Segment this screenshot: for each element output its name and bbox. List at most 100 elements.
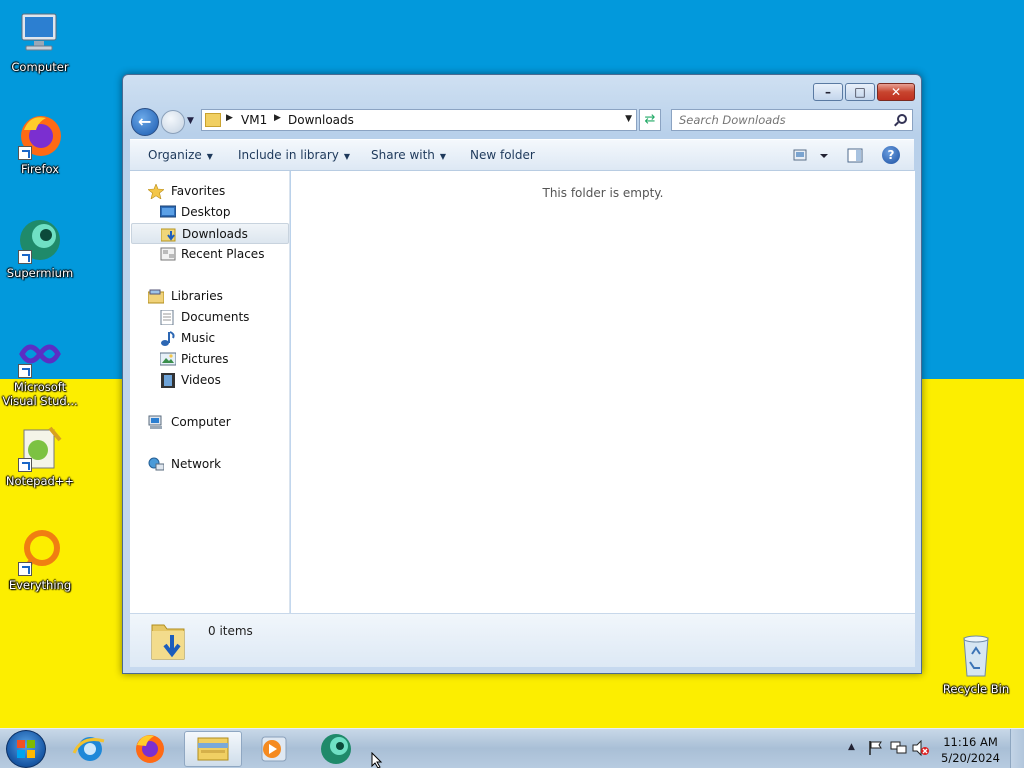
notification-area: ▲ 11:16 AM 5/20/2024 <box>834 729 1024 768</box>
libraries-icon <box>147 289 165 304</box>
taskbar: ▲ 11:16 AM 5/20/2024 <box>0 728 1024 768</box>
taskbar-internet-explorer[interactable] <box>62 731 118 767</box>
nav-favorites[interactable]: Favorites <box>130 181 288 202</box>
organize-button[interactable]: Organize ▼ <box>148 148 213 162</box>
desktop-icon-notepad-plus-plus[interactable]: Notepad++ <box>0 424 80 488</box>
nav-libraries[interactable]: Libraries <box>130 286 288 307</box>
help-button[interactable]: ? <box>882 146 900 164</box>
network-status-icon[interactable] <box>890 740 908 759</box>
desktop-icon-label: Supermium <box>6 266 74 280</box>
search-icon[interactable] <box>897 114 907 124</box>
breadcrumb-separator-icon[interactable]: ▶ <box>274 113 281 123</box>
desktop-icon-label: Recycle Bin <box>942 682 1010 696</box>
supermium-icon <box>16 216 64 264</box>
videos-icon <box>160 373 176 388</box>
show-desktop-button[interactable] <box>1010 729 1024 768</box>
action-center-flag-icon[interactable] <box>868 740 884 759</box>
nav-label: Libraries <box>171 289 223 303</box>
star-icon <box>147 183 165 200</box>
refresh-button[interactable]: ⇄ <box>639 109 661 131</box>
volume-muted-icon[interactable] <box>912 739 930 759</box>
recent-pages-dropdown[interactable]: ▼ <box>187 116 194 126</box>
minimize-icon: – <box>825 85 831 99</box>
show-hidden-icons-button[interactable]: ▲ <box>848 742 855 752</box>
desktop-icon-label: Everything <box>8 578 72 592</box>
desktop-icon-visual-studio[interactable]: Microsoft Visual Stud... <box>0 330 80 408</box>
shortcut-arrow-icon <box>18 458 32 472</box>
firefox-icon <box>16 112 64 160</box>
internet-explorer-icon <box>72 737 105 761</box>
chevron-down-icon: ▼ <box>206 152 213 161</box>
nav-pictures[interactable]: Pictures <box>130 349 288 370</box>
desktop-icon-label: Notepad++ <box>5 474 75 488</box>
nav-label: Music <box>181 331 216 345</box>
breadcrumb-downloads[interactable]: Downloads <box>288 113 354 127</box>
supermium-icon <box>321 734 351 764</box>
recent-places-icon <box>160 247 176 262</box>
minimize-button[interactable]: – <box>813 83 843 101</box>
forward-button[interactable] <box>161 110 185 134</box>
start-button[interactable] <box>6 730 46 768</box>
nav-network[interactable]: Network <box>130 454 288 475</box>
nav-desktop[interactable]: Desktop <box>130 202 288 223</box>
include-in-library-button[interactable]: Include in library ▼ <box>238 148 350 162</box>
clock-date: 5/20/2024 <box>941 751 1000 765</box>
preview-pane-button[interactable] <box>847 148 863 167</box>
taskbar-explorer[interactable] <box>184 731 242 767</box>
clock-time: 11:16 AM <box>943 735 998 749</box>
desktop-icon-firefox[interactable]: Firefox <box>0 112 80 176</box>
desktop-icon-everything[interactable]: Everything <box>0 528 80 592</box>
nav-label: Desktop <box>181 205 231 219</box>
address-bar[interactable]: ▶ VM1 ▶ Downloads ▼ <box>201 109 637 131</box>
notepad-plus-plus-icon <box>16 424 64 472</box>
taskbar-supermium[interactable] <box>308 731 364 767</box>
nav-documents[interactable]: Documents <box>130 307 288 328</box>
file-list[interactable]: This folder is empty. <box>291 171 915 613</box>
command-bar: Organize ▼ Include in library ▼ Share with… <box>130 139 914 171</box>
back-button[interactable] <box>131 108 159 136</box>
nav-recent-places[interactable]: Recent Places <box>130 244 288 265</box>
downloads-folder-icon <box>150 619 186 661</box>
item-count: 0 items <box>208 624 253 638</box>
details-pane: 0 items <box>130 613 915 667</box>
desktop-icon-supermium[interactable]: Supermium <box>0 216 80 280</box>
nav-videos[interactable]: Videos <box>130 370 288 391</box>
nav-music[interactable]: Music <box>130 328 288 349</box>
organize-label: Organize <box>148 148 202 162</box>
downloads-icon <box>160 227 177 242</box>
shortcut-arrow-icon <box>18 146 32 160</box>
nav-label: Documents <box>181 310 250 324</box>
breadcrumb-vm1[interactable]: VM1 <box>241 113 267 127</box>
search-input[interactable] <box>672 110 882 130</box>
computer-icon <box>148 415 164 430</box>
address-dropdown-icon[interactable]: ▼ <box>625 114 632 124</box>
explorer-icon <box>197 737 229 761</box>
close-button[interactable]: ✕ <box>877 83 915 101</box>
nav-downloads[interactable]: Downloads <box>131 223 289 244</box>
shortcut-arrow-icon <box>18 562 32 576</box>
share-with-button[interactable]: Share with ▼ <box>371 148 446 162</box>
nav-computer[interactable]: Computer <box>130 412 288 433</box>
desktop-icon-label: Computer <box>11 60 69 74</box>
desktop-icon-computer[interactable]: Computer <box>0 10 80 74</box>
maximize-icon: □ <box>854 85 866 99</box>
search-box[interactable] <box>671 109 913 131</box>
taskbar-media-player[interactable] <box>246 731 302 767</box>
chevron-down-icon: ▼ <box>439 152 447 161</box>
change-view-button[interactable] <box>793 149 829 166</box>
nav-label: Pictures <box>181 352 229 366</box>
network-icon <box>148 457 165 472</box>
breadcrumb-separator-icon[interactable]: ▶ <box>226 113 233 123</box>
desktop-icon-recycle-bin[interactable]: Recycle Bin <box>936 632 1016 696</box>
empty-folder-message: This folder is empty. <box>542 186 664 200</box>
clock[interactable]: 11:16 AM 5/20/2024 <box>941 734 1000 766</box>
new-folder-button[interactable]: New folder <box>470 148 535 162</box>
nav-label: Computer <box>171 415 231 429</box>
maximize-button[interactable]: □ <box>845 83 875 101</box>
share-with-label: Share with <box>371 148 435 162</box>
nav-label: Recent Places <box>181 247 265 261</box>
taskbar-firefox[interactable] <box>122 731 178 767</box>
firefox-icon <box>136 735 164 763</box>
nav-label: Network <box>171 457 222 471</box>
shortcut-arrow-icon <box>18 250 32 264</box>
